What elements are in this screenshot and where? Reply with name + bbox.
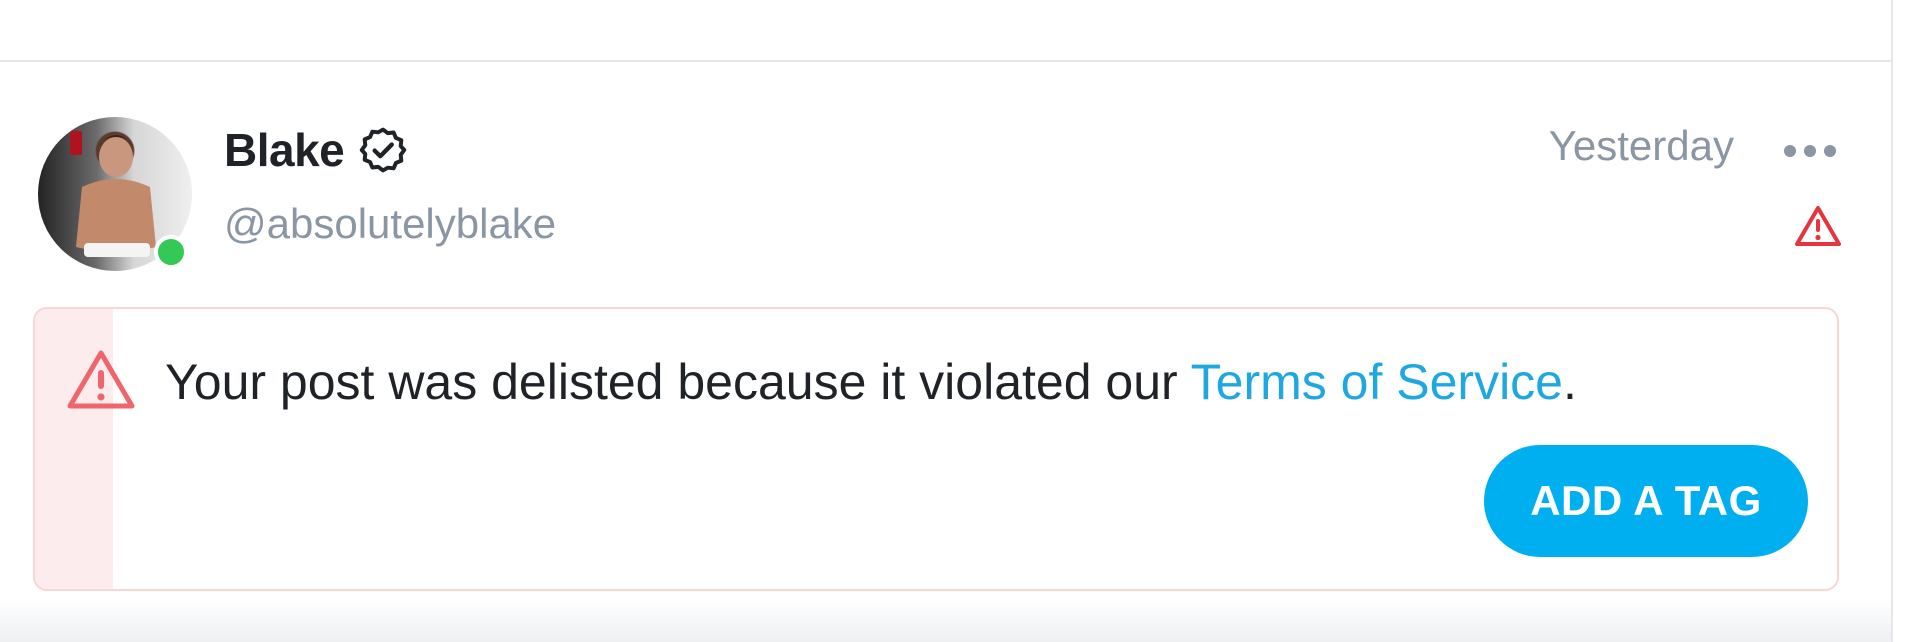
bottom-shadow [0, 598, 1891, 642]
warning-triangle-icon [67, 350, 135, 409]
notice-text-after: . [1563, 354, 1577, 410]
verified-badge-icon [360, 127, 407, 173]
top-divider [0, 0, 1891, 62]
right-divider [1891, 0, 1893, 642]
author-avatar[interactable] [38, 117, 192, 271]
more-options-icon[interactable] [1780, 138, 1840, 164]
add-tag-button[interactable]: ADD A TAG [1484, 445, 1808, 557]
online-status-indicator [154, 235, 188, 269]
author-handle[interactable]: @absolutelyblake [224, 200, 556, 248]
delisted-notice: Your post was delisted because it violat… [33, 307, 1839, 591]
warning-icon [1795, 206, 1841, 246]
author-name[interactable]: Blake [224, 123, 345, 177]
notice-message: Your post was delisted because it violat… [165, 353, 1577, 411]
post-page: Blake @absolutelyblake Yesterday Your po… [0, 0, 1920, 642]
author-name-row[interactable]: Blake [224, 122, 408, 178]
terms-of-service-link[interactable]: Terms of Service [1191, 354, 1563, 410]
post-timestamp[interactable]: Yesterday [1549, 122, 1734, 170]
notice-text-before: Your post was delisted because it violat… [165, 354, 1191, 410]
